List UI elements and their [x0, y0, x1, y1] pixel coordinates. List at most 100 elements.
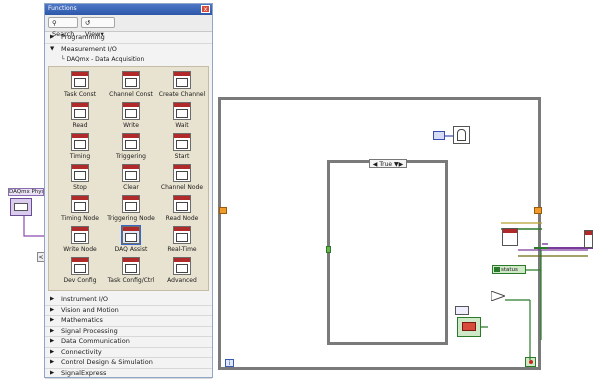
metronome-icon: [457, 129, 466, 141]
triggering-node-icon: [122, 195, 140, 213]
channel-node-icon: [173, 164, 191, 182]
palette-vi-task-const[interactable]: Task Const: [53, 71, 107, 102]
palette-vi-label: Channel Node: [160, 184, 204, 191]
expand-arrow-icon: ▶: [50, 306, 55, 313]
category-measurement-io[interactable]: ▼ Measurement I/O: [45, 44, 212, 55]
palette-vi-timing-node[interactable]: Timing Node: [53, 195, 107, 226]
wait-ms-node[interactable]: [453, 126, 470, 144]
create-channel-icon: [173, 71, 191, 89]
palette-vi-start[interactable]: Start: [155, 133, 209, 164]
dev-config-icon: [71, 257, 89, 275]
category-programming[interactable]: ▶ Programming: [45, 32, 212, 44]
palette-vi-real-time[interactable]: Real-Time: [155, 226, 209, 257]
increment-arrow-icon: ▶: [398, 161, 404, 168]
daqmx-node-icon: [10, 198, 32, 216]
daq-assist-icon: [121, 225, 141, 245]
category-label: Control Design & Simulation: [61, 358, 153, 366]
expand-arrow-icon: ▶: [50, 369, 55, 376]
triangle-icon: [490, 290, 507, 302]
palette-vi-label: Wait: [175, 122, 189, 129]
palette-vi-channel-node[interactable]: Channel Node: [155, 164, 209, 195]
palette-vi-label: Start: [174, 153, 190, 160]
palette-vi-write[interactable]: Write: [104, 102, 158, 133]
palette-vi-task-config-ctrl[interactable]: Task Config/Ctrl: [104, 257, 158, 288]
category-signalexpress[interactable]: ▶ SignalExpress: [45, 368, 212, 379]
daqmx-icon: [585, 231, 592, 235]
daqmx-physical-channel-node[interactable]: DAQmx Phys: [8, 188, 44, 218]
expand-arrow-icon: ▶: [50, 327, 55, 334]
write-node-icon: [71, 226, 89, 244]
status-indicator[interactable]: status: [492, 265, 526, 274]
stop-icon: [71, 164, 89, 182]
palette-vi-daq-assist[interactable]: DAQ Assist: [104, 225, 158, 257]
expand-arrow-icon: ▶: [50, 317, 55, 323]
palette-toolbar: ⚲Search ↺View▾: [45, 15, 212, 38]
palette-vi-read-node[interactable]: Read Node: [155, 195, 209, 226]
close-icon[interactable]: x: [201, 5, 210, 13]
palette-vi-create-channel[interactable]: Create Channel: [155, 71, 209, 102]
palette-vi-timing[interactable]: Timing: [53, 133, 107, 164]
palette-vi-clear[interactable]: Clear: [104, 164, 158, 195]
category-label: SignalExpress: [61, 368, 107, 377]
view-button[interactable]: ↺View▾: [81, 17, 115, 38]
expand-arrow-icon: ▶: [50, 348, 55, 355]
daqmx-stop-node[interactable]: [584, 230, 593, 248]
back-arrow-icon: ↺: [85, 19, 91, 27]
category-label: Data Communication: [61, 337, 130, 345]
collapse-arrow-icon: ▼: [50, 46, 55, 52]
error-icon: [462, 322, 476, 331]
category-label: Mathematics: [61, 316, 103, 324]
search-button[interactable]: ⚲Search: [48, 17, 78, 38]
daqmx-clear-node[interactable]: [502, 228, 518, 246]
palette-vi-read[interactable]: Read: [53, 102, 107, 133]
category-label: Connectivity: [61, 347, 102, 356]
palette-vi-label: Real-Time: [167, 246, 197, 253]
tree-branch-icon: └: [61, 56, 65, 63]
palette-vi-label: Advanced: [167, 277, 197, 284]
expand-arrow-icon: ▶: [50, 359, 55, 365]
palette-vi-label: Create Channel: [158, 91, 206, 98]
error-cluster-node[interactable]: [457, 317, 481, 337]
expand-arrow-icon: ▶: [50, 296, 55, 302]
subpalette-path[interactable]: └ DAQmx - Data Acquisition: [61, 56, 144, 63]
channel-const-icon: [122, 71, 140, 89]
category-label: Vision and Motion: [61, 305, 119, 314]
expand-arrow-icon: ▶: [50, 34, 55, 40]
palette-vi-label: Read Node: [165, 215, 199, 222]
start-icon: [173, 133, 191, 151]
triggering-icon: [122, 133, 140, 151]
palette-title-bar: Functions x: [45, 4, 212, 15]
task-const-icon: [71, 71, 89, 89]
daqmx-icon: [503, 229, 517, 233]
timing-icon: [71, 133, 89, 151]
palette-vi-dev-config[interactable]: Dev Config: [53, 257, 107, 288]
task-config-ctrl-icon: [122, 257, 140, 275]
palette-vi-triggering-node[interactable]: Triggering Node: [104, 195, 158, 226]
read-icon: [71, 102, 89, 120]
boolean-tag-icon: [494, 267, 500, 272]
expand-arrow-icon: ▶: [50, 338, 55, 344]
category-label: Instrument I/O: [61, 295, 109, 303]
search-icon: ⚲: [52, 19, 57, 27]
palette-title: Functions: [48, 5, 77, 12]
write-icon: [122, 102, 140, 120]
palette-vi-triggering[interactable]: Triggering: [104, 133, 158, 164]
real-time-icon: [173, 226, 191, 244]
timing-node-icon: [71, 195, 89, 213]
comparison-node[interactable]: [490, 290, 507, 302]
palette-vi-stop[interactable]: Stop: [53, 164, 107, 195]
palette-vi-channel-const[interactable]: Channel Const: [104, 71, 158, 102]
functions-palette: Functions x ⚲Search ↺View▾ ▶ Programming…: [44, 3, 213, 379]
decrement-arrow-icon: ◀: [372, 161, 378, 168]
palette-vi-wait[interactable]: Wait: [155, 102, 209, 133]
wait-icon: [173, 102, 191, 120]
category-label: Signal Processing: [61, 326, 118, 335]
case-selector-label[interactable]: ◀ True ▼▶: [369, 159, 407, 168]
read-node-icon: [173, 195, 191, 213]
palette-vi-advanced[interactable]: Advanced: [155, 257, 209, 288]
clear-icon: [122, 164, 140, 182]
palette-vi-write-node[interactable]: Write Node: [53, 226, 107, 257]
daqmx-icon-panel: Task Const Channel Const Create Channel Rea…: [48, 66, 209, 291]
node-label: DAQmx Phys: [8, 188, 44, 196]
case-selector-small[interactable]: [455, 306, 469, 315]
